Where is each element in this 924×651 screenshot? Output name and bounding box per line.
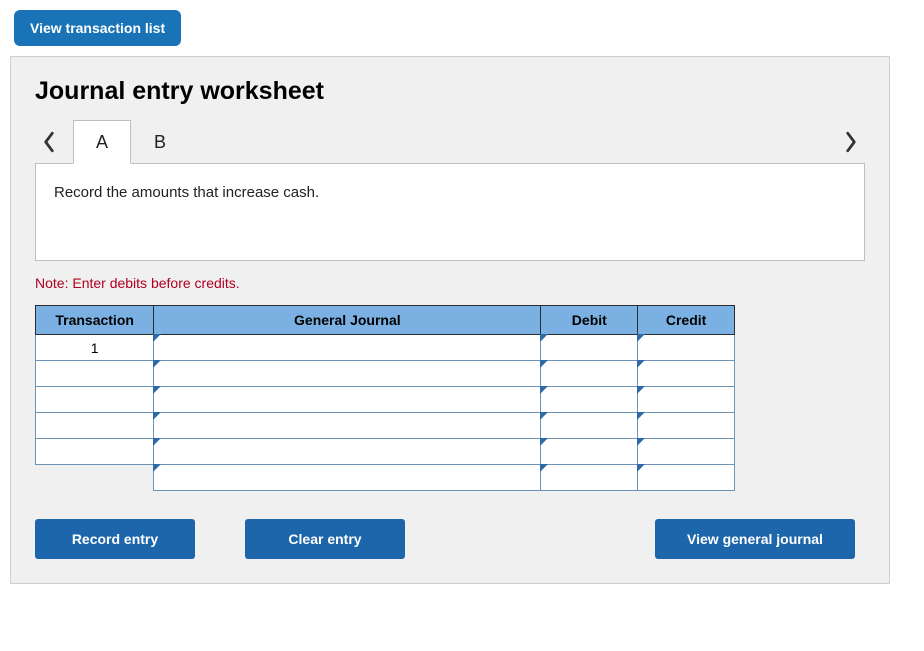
record-entry-button[interactable]: Record entry: [35, 519, 195, 559]
cell-debit[interactable]: [541, 387, 638, 413]
spacer: [455, 519, 605, 559]
dropdown-marker-icon: [637, 334, 645, 342]
cell-debit[interactable]: [541, 413, 638, 439]
th-credit: Credit: [638, 306, 735, 335]
table-row: [36, 465, 735, 491]
cell-general-journal[interactable]: [154, 413, 541, 439]
dropdown-marker-icon: [153, 360, 161, 368]
view-transaction-list-button[interactable]: View transaction list: [14, 10, 181, 46]
cell-transaction-empty: [36, 465, 154, 491]
dropdown-marker-icon: [540, 334, 548, 342]
cell-general-journal[interactable]: [154, 387, 541, 413]
cell-transaction[interactable]: [36, 387, 154, 413]
clear-entry-button[interactable]: Clear entry: [245, 519, 405, 559]
dropdown-marker-icon: [540, 438, 548, 446]
instruction-box: Record the amounts that increase cash.: [35, 163, 865, 261]
dropdown-marker-icon: [540, 464, 548, 472]
cell-debit[interactable]: [541, 465, 638, 491]
dropdown-marker-icon: [153, 412, 161, 420]
view-general-journal-button[interactable]: View general journal: [655, 519, 855, 559]
th-general-journal: General Journal: [154, 306, 541, 335]
chevron-left-icon: [42, 131, 56, 153]
cell-general-journal[interactable]: [154, 361, 541, 387]
dropdown-marker-icon: [153, 334, 161, 342]
dropdown-marker-icon: [637, 360, 645, 368]
dropdown-marker-icon: [153, 438, 161, 446]
dropdown-marker-icon: [540, 412, 548, 420]
table-row: [36, 439, 735, 465]
dropdown-marker-icon: [153, 386, 161, 394]
dropdown-marker-icon: [540, 360, 548, 368]
cell-transaction[interactable]: [36, 439, 154, 465]
cell-credit[interactable]: [638, 465, 735, 491]
worksheet-panel: Journal entry worksheet A B Record the a…: [10, 56, 890, 584]
table-row: [36, 361, 735, 387]
cell-general-journal[interactable]: [154, 465, 541, 491]
table-row: [36, 413, 735, 439]
prev-arrow[interactable]: [35, 122, 63, 162]
cell-debit[interactable]: [541, 335, 638, 361]
table-row: [36, 387, 735, 413]
tab-a[interactable]: A: [73, 120, 131, 164]
th-debit: Debit: [541, 306, 638, 335]
table-header-row: Transaction General Journal Debit Credit: [36, 306, 735, 335]
page-title: Journal entry worksheet: [35, 77, 865, 106]
cell-transaction[interactable]: 1: [36, 335, 154, 361]
next-arrow[interactable]: [837, 122, 865, 162]
dropdown-marker-icon: [540, 386, 548, 394]
action-button-row: Record entry Clear entry View general jo…: [35, 519, 855, 559]
dropdown-marker-icon: [637, 412, 645, 420]
dropdown-marker-icon: [637, 464, 645, 472]
tab-b[interactable]: B: [131, 120, 189, 164]
cell-debit[interactable]: [541, 361, 638, 387]
th-transaction: Transaction: [36, 306, 154, 335]
dropdown-marker-icon: [637, 386, 645, 394]
cell-credit[interactable]: [638, 439, 735, 465]
instruction-text: Record the amounts that increase cash.: [54, 184, 319, 201]
cell-debit[interactable]: [541, 439, 638, 465]
dropdown-marker-icon: [153, 464, 161, 472]
tab-list: A B: [73, 120, 189, 164]
journal-table: Transaction General Journal Debit Credit…: [35, 305, 735, 491]
cell-general-journal[interactable]: [154, 335, 541, 361]
dropdown-marker-icon: [637, 438, 645, 446]
table-row: 1: [36, 335, 735, 361]
cell-transaction[interactable]: [36, 413, 154, 439]
cell-credit[interactable]: [638, 387, 735, 413]
chevron-right-icon: [844, 131, 858, 153]
cell-credit[interactable]: [638, 413, 735, 439]
cell-credit[interactable]: [638, 361, 735, 387]
tab-nav-row: A B: [35, 120, 865, 164]
cell-credit[interactable]: [638, 335, 735, 361]
cell-general-journal[interactable]: [154, 439, 541, 465]
cell-transaction[interactable]: [36, 361, 154, 387]
note-text: Note: Enter debits before credits.: [35, 275, 865, 291]
